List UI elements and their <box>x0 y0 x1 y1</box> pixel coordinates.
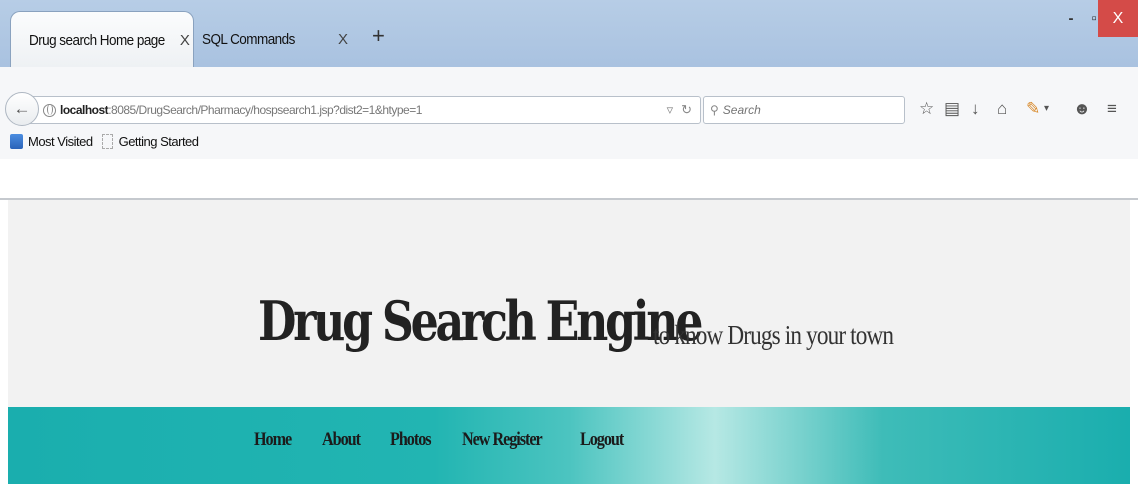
site-menu-band: Home About Photos New Register Logout <box>8 407 1130 484</box>
browser-titlebar: Drug search Home page X SQL Commands X +… <box>0 0 1138 67</box>
chevron-down-icon[interactable]: ▾ <box>1044 98 1049 120</box>
browser-navbar: localhost :8085/DrugSearch/Pharmacy/hosp… <box>0 67 1138 159</box>
dropdown-arrow-icon[interactable]: ▿ <box>667 102 674 118</box>
extension-icon[interactable]: ✎ <box>1026 98 1040 120</box>
menu-item-home[interactable]: Home <box>254 429 292 451</box>
tab-close-icon[interactable]: X <box>338 31 348 48</box>
url-host: localhost <box>60 103 109 117</box>
page-icon <box>101 133 113 149</box>
search-box[interactable]: ⚲ <box>703 96 905 124</box>
tab-drug-search[interactable]: Drug search Home page X <box>10 11 194 67</box>
smiley-icon[interactable]: ☻ <box>1073 98 1091 120</box>
navigation-row: localhost :8085/DrugSearch/Pharmacy/hosp… <box>0 88 1138 132</box>
menu-item-logout[interactable]: Logout <box>580 429 624 451</box>
menu-item-photos[interactable]: Photos <box>390 429 432 451</box>
menu-icon[interactable]: ≡ <box>1107 98 1117 120</box>
back-button[interactable]: ← <box>5 92 39 126</box>
close-window-button[interactable]: X <box>1098 0 1138 37</box>
bookmark-most-visited[interactable]: Most Visited <box>28 134 93 149</box>
back-arrow-icon: ← <box>13 99 31 118</box>
tab-sql-commands[interactable]: SQL Commands X <box>194 11 362 67</box>
home-icon[interactable]: ⌂ <box>997 98 1007 120</box>
menu-item-about[interactable]: About <box>322 429 361 451</box>
web-page: Drug Search Engine to know Drugs in your… <box>8 200 1130 484</box>
reload-icon[interactable]: ↻ <box>681 102 692 118</box>
tab-label: Drug search Home page <box>29 32 165 49</box>
globe-icon <box>43 103 56 117</box>
reading-list-icon[interactable]: ▤ <box>944 98 960 120</box>
url-path: :8085/DrugSearch/Pharmacy/hospsearch1.js… <box>108 103 422 117</box>
search-input[interactable] <box>722 103 883 117</box>
bookmark-getting-started[interactable]: Getting Started <box>119 134 199 149</box>
site-menu: Home About Photos New Register Logout <box>254 429 631 451</box>
tab-close-icon[interactable]: X <box>180 32 190 49</box>
site-title: Drug Search Engine <box>258 289 703 353</box>
bookmarks-toolbar: Most Visited Getting Started <box>0 129 199 153</box>
search-icon: ⚲ <box>710 103 719 117</box>
minimize-button[interactable]: - <box>1058 0 1084 37</box>
downloads-icon[interactable]: ↓ <box>971 98 980 120</box>
new-tab-button[interactable]: + <box>372 25 385 47</box>
tab-label: SQL Commands <box>202 31 295 48</box>
most-visited-icon <box>10 133 23 149</box>
site-tagline: to know Drugs in your town <box>653 320 894 350</box>
url-actions: ▿ ↻ <box>667 102 692 118</box>
menu-item-new-register[interactable]: New Register <box>462 429 543 451</box>
bookmark-star-icon[interactable]: ☆ <box>919 98 934 120</box>
url-bar[interactable]: localhost :8085/DrugSearch/Pharmacy/hosp… <box>28 96 701 124</box>
